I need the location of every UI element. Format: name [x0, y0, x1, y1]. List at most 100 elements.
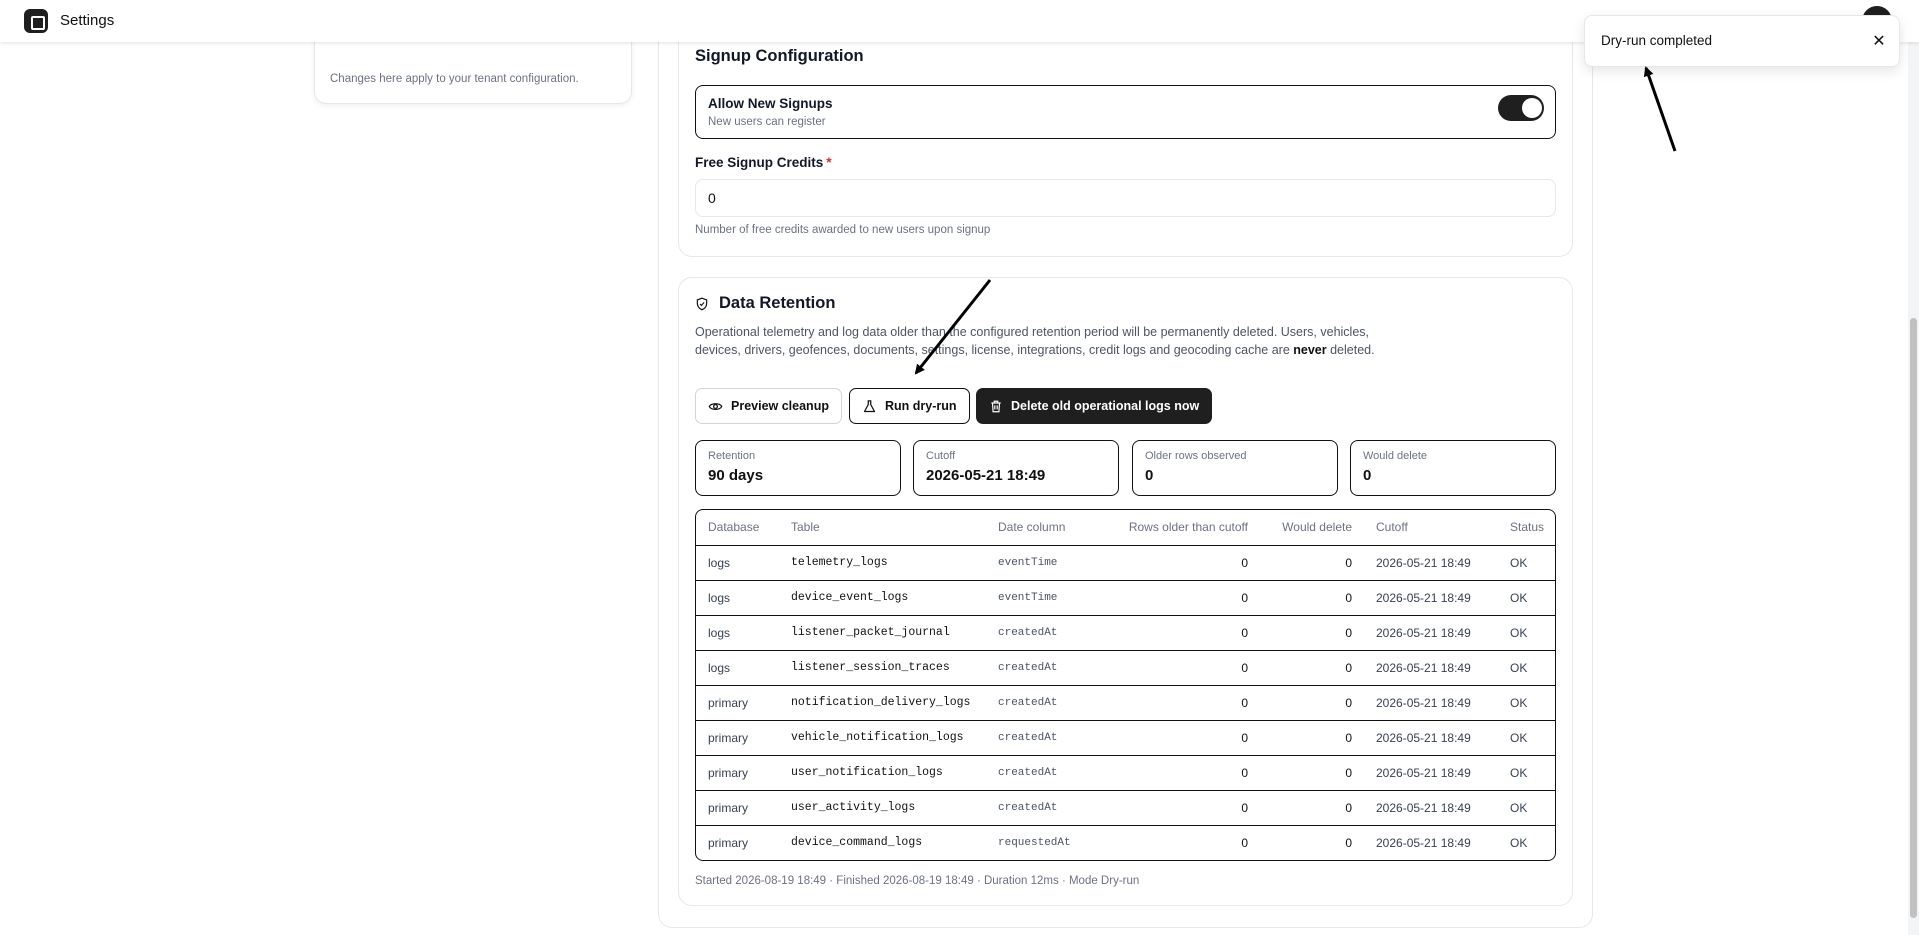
cell-database: primary — [696, 755, 779, 791]
cell-cutoff: 2026-05-21 18:49 — [1364, 685, 1498, 721]
cell-date-column: requestedAt — [998, 836, 1071, 849]
stat-value: 2026-05-21 18:49 — [926, 467, 1046, 484]
allow-signups-toggle[interactable] — [1498, 95, 1544, 121]
cell-table: device_event_logs — [779, 580, 986, 616]
allow-signups-row: Allow New Signups New users can register — [695, 85, 1556, 139]
cell-rows-older: 0 — [1097, 615, 1260, 651]
data-retention-section: Data Retention Operational telemetry and… — [678, 277, 1573, 906]
cell-date-column: createdAt — [986, 650, 1097, 686]
cell-status: OK — [1498, 685, 1555, 721]
table-row: logs listener_session_traces createdAt 0… — [696, 650, 1555, 686]
cell-table: notification_delivery_logs — [779, 685, 986, 721]
table-row: primary user_notification_logs createdAt… — [696, 755, 1555, 791]
stat-cutoff: Cutoff 2026-05-21 18:49 — [913, 440, 1119, 496]
retention-table-grid: Database Table Date column Rows older th… — [696, 510, 1555, 860]
cell-database: logs — [696, 615, 779, 651]
required-mark: * — [826, 155, 832, 170]
cell-rows-older: 0 — [1097, 720, 1260, 756]
preview-cleanup-button[interactable]: Preview cleanup — [695, 388, 842, 424]
cell-status: OK — [1498, 650, 1555, 686]
cell-date-column: createdAt — [986, 615, 1097, 651]
cell-would-delete: 0 — [1345, 835, 1352, 850]
table-row: logs listener_packet_journal createdAt 0… — [696, 615, 1555, 651]
tenant-config-note: Changes here apply to your tenant config… — [330, 73, 579, 85]
cell-status: OK — [1498, 790, 1555, 826]
stat-value: 90 days — [708, 467, 764, 484]
stat-label: Cutoff — [926, 450, 956, 462]
cell-cutoff: 2026-05-21 18:49 — [1364, 650, 1498, 686]
table-row: primary notification_delivery_logs creat… — [696, 685, 1555, 721]
stat-value: 0 — [1145, 467, 1154, 484]
preview-cleanup-label: Preview cleanup — [731, 399, 829, 413]
cell-database: primary — [696, 790, 779, 826]
cell-would-delete: 0 — [1260, 615, 1364, 651]
col-header-rows-older: Rows older than cutoff — [1097, 510, 1260, 546]
cell-table: device_command_logs — [791, 836, 923, 850]
cell-cutoff: 2026-05-21 18:49 — [1364, 755, 1498, 791]
delete-old-logs-label: Delete old operational logs now — [1011, 399, 1200, 413]
cell-table: listener_session_traces — [779, 650, 986, 686]
close-icon[interactable]: ✕ — [1869, 32, 1889, 52]
flask-icon — [863, 399, 876, 412]
eye-icon — [708, 402, 723, 410]
cell-cutoff: 2026-05-21 18:49 — [1364, 790, 1498, 826]
cell-database: primary — [696, 720, 779, 756]
cell-date-column: createdAt — [986, 720, 1097, 756]
run-summary: Started 2026-08-19 18:49 · Finished 2026… — [695, 875, 1140, 887]
stat-value: 0 — [1363, 467, 1372, 484]
stat-retention: Retention 90 days — [695, 440, 901, 496]
delete-old-logs-button[interactable]: Delete old operational logs now — [976, 388, 1213, 424]
desc-part-1: Operational telemetry and log data older… — [695, 325, 1370, 357]
signup-config-section: Signup Configuration Allow New Signups N… — [678, 30, 1573, 257]
free-credits-help: Number of free credits awarded to new us… — [695, 224, 991, 236]
signup-config-heading: Signup Configuration — [695, 47, 864, 65]
cell-database: primary — [708, 835, 749, 850]
page-scrollbar[interactable] — [1908, 42, 1919, 935]
cell-rows-older: 0 — [1097, 790, 1260, 826]
stat-would-delete: Would delete 0 — [1350, 440, 1556, 496]
cell-would-delete: 0 — [1260, 685, 1364, 721]
page-title: Settings — [60, 12, 115, 29]
cell-status: OK — [1498, 720, 1555, 756]
cell-database: logs — [696, 580, 779, 616]
shield-check-icon — [696, 297, 708, 311]
cell-date-column: eventTime — [986, 545, 1097, 581]
stat-older-rows: Older rows observed 0 — [1132, 440, 1338, 496]
free-credits-label-text: Free Signup Credits — [695, 155, 824, 170]
cell-would-delete: 0 — [1260, 755, 1364, 791]
cell-rows-older: 0 — [1241, 835, 1248, 850]
stat-label: Retention — [708, 450, 756, 462]
cell-table: user_activity_logs — [779, 790, 986, 826]
cell-cutoff: 2026-05-21 18:49 — [1364, 615, 1498, 651]
cell-would-delete: 0 — [1260, 790, 1364, 826]
cell-rows-older: 0 — [1097, 545, 1260, 581]
cell-status: OK — [1510, 835, 1528, 850]
app-logo-icon[interactable] — [24, 9, 48, 33]
desc-part-2: deleted. — [1326, 343, 1375, 357]
table-row: primary vehicle_notification_logs create… — [696, 720, 1555, 756]
arrow-to-toast — [1643, 66, 1677, 152]
cell-table: vehicle_notification_logs — [779, 720, 986, 756]
cell-status: OK — [1498, 580, 1555, 616]
col-header-would-delete: Would delete — [1260, 510, 1364, 546]
desc-never: never — [1293, 343, 1327, 357]
stat-label: Older rows observed — [1145, 450, 1247, 462]
run-dry-run-button[interactable]: Run dry-run — [849, 388, 970, 424]
cell-cutoff: 2026-05-21 18:49 — [1376, 835, 1471, 850]
free-credits-input[interactable] — [695, 179, 1556, 217]
table-row: primary device_command_logs requestedAt … — [696, 825, 1555, 860]
cell-status: OK — [1498, 545, 1555, 581]
col-header-status: Status — [1498, 510, 1555, 546]
table-row: logs device_event_logs eventTime 0 0 202… — [696, 580, 1555, 616]
cell-table: telemetry_logs — [779, 545, 986, 581]
table-row: primary user_activity_logs createdAt 0 0… — [696, 790, 1555, 826]
cell-status: OK — [1498, 615, 1555, 651]
allow-signups-subtitle: New users can register — [708, 116, 826, 128]
toggle-knob — [1522, 98, 1542, 118]
cell-database: logs — [696, 650, 779, 686]
cell-date-column: createdAt — [986, 790, 1097, 826]
trash-icon — [991, 400, 1001, 412]
run-dry-run-label: Run dry-run — [885, 399, 957, 413]
cell-rows-older: 0 — [1097, 650, 1260, 686]
scrollbar-thumb[interactable] — [1910, 318, 1917, 918]
